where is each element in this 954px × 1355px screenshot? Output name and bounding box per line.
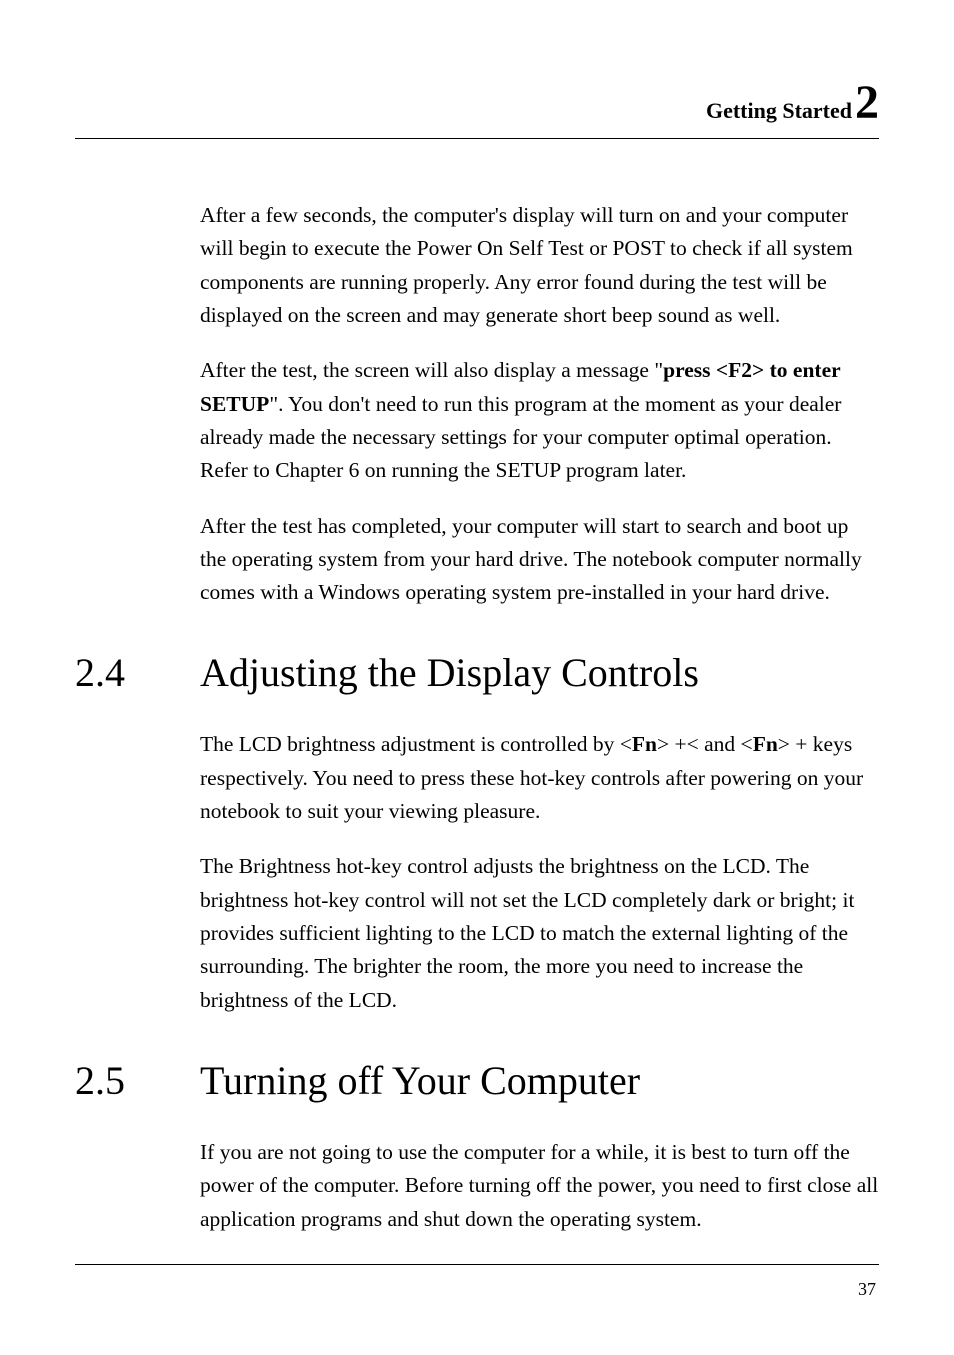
- section-title: Adjusting the Display Controls: [200, 649, 879, 696]
- body-paragraph: If you are not going to use the computer…: [200, 1136, 879, 1236]
- body-paragraph: The LCD brightness adjustment is control…: [200, 728, 879, 828]
- text-run: The LCD brightness adjustment is control…: [200, 732, 632, 756]
- section-title: Turning off Your Computer: [200, 1057, 879, 1104]
- body-paragraph: The Brightness hot-key control adjusts t…: [200, 850, 879, 1017]
- body-paragraph: After the test has completed, your compu…: [200, 510, 879, 610]
- text-run: ". You don't need to run this program at…: [200, 392, 841, 483]
- page-header: Getting Started2: [75, 75, 879, 130]
- header-rule: [75, 138, 879, 139]
- bold-text: Fn: [632, 732, 657, 756]
- header-chapter-number: 2: [855, 76, 879, 129]
- section-number: 2.5: [75, 1057, 200, 1104]
- section-heading: 2.5 Turning off Your Computer: [75, 1057, 879, 1104]
- section-number: 2.4: [75, 649, 200, 696]
- section-heading: 2.4 Adjusting the Display Controls: [75, 649, 879, 696]
- footer-rule: [75, 1264, 879, 1265]
- body-paragraph: After the test, the screen will also dis…: [200, 354, 879, 487]
- bold-text: Fn: [753, 732, 778, 756]
- text-run: > +< and <: [657, 732, 753, 756]
- text-run: After the test, the screen will also dis…: [200, 358, 663, 382]
- body-paragraph: After a few seconds, the computer's disp…: [200, 199, 879, 332]
- header-label: Getting Started: [706, 98, 852, 123]
- page-number: 37: [858, 1279, 876, 1300]
